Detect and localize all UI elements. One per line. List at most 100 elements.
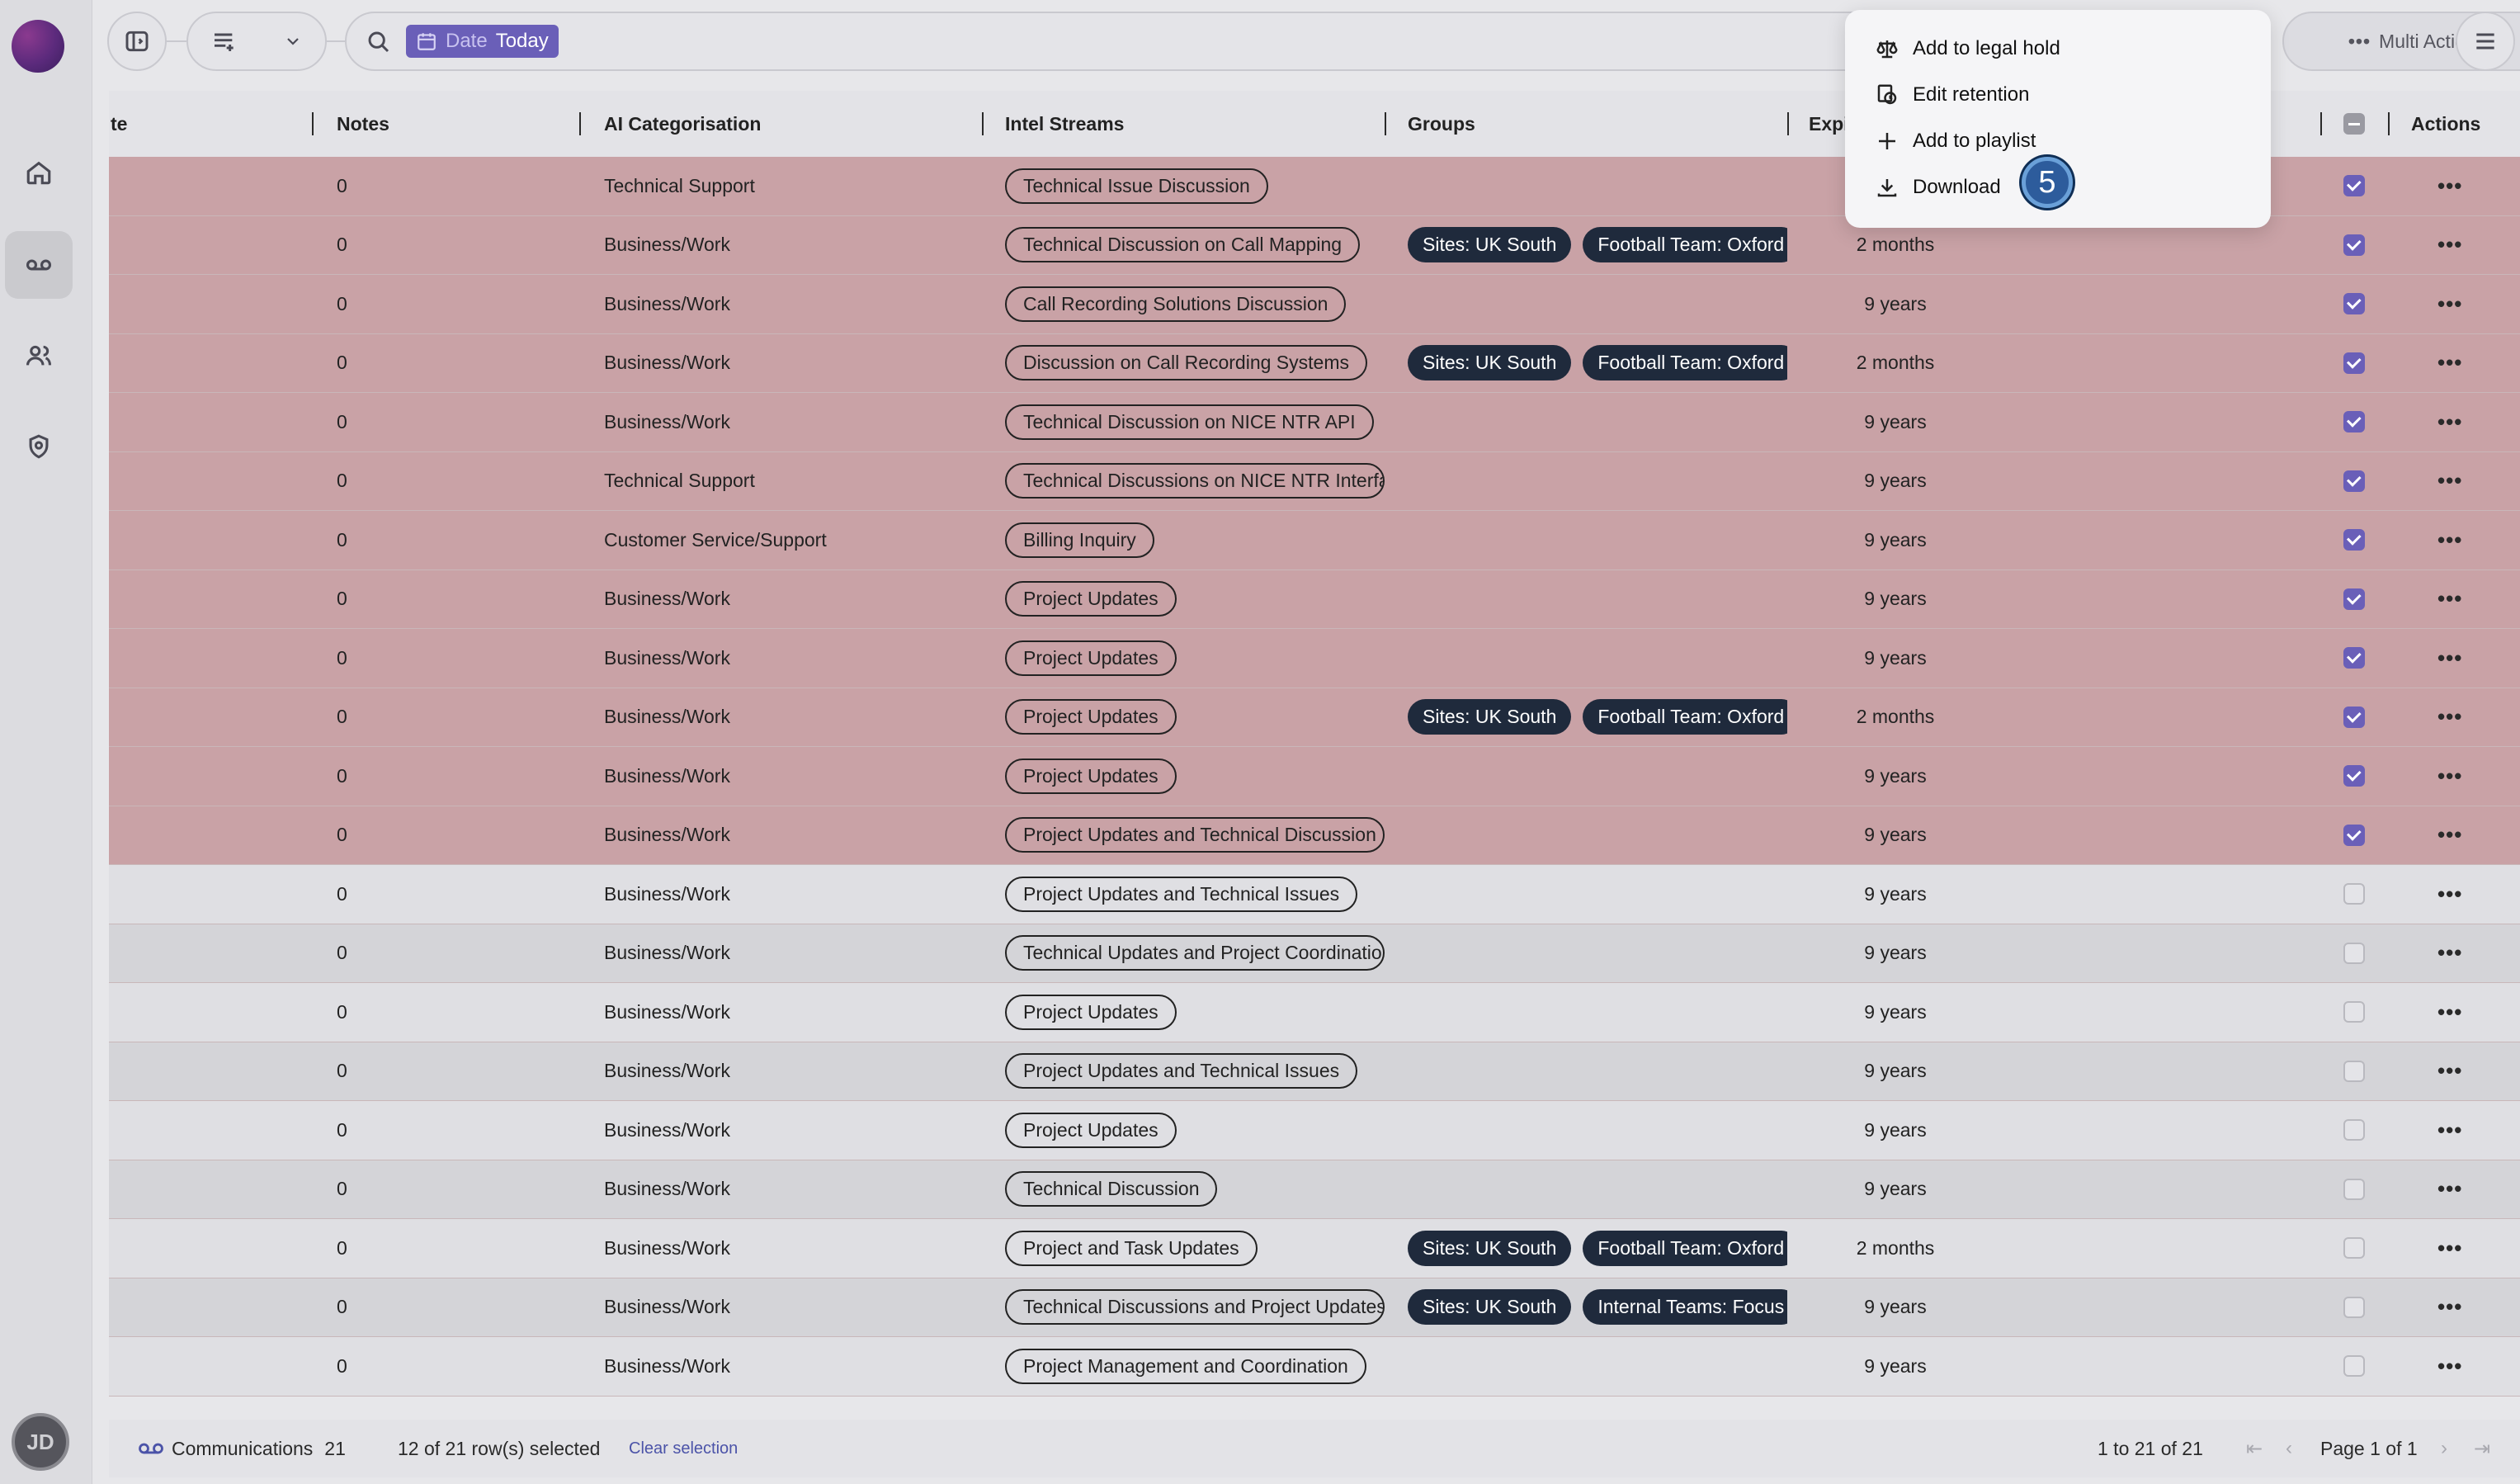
next-page-button[interactable]: › <box>2441 1420 2447 1477</box>
menu-item-add-to-legal-hold[interactable]: Add to legal hold <box>1875 28 2060 69</box>
select-all-checkbox[interactable] <box>2343 113 2365 135</box>
menu-item-download[interactable]: Download <box>1875 167 2001 208</box>
row-checkbox-wrap[interactable] <box>2343 983 2365 1042</box>
row-checkbox-wrap[interactable] <box>2343 157 2365 215</box>
group-tag[interactable]: Football Team: Oxford <box>1583 699 1787 735</box>
row-checkbox[interactable] <box>2343 352 2365 374</box>
row-checkbox[interactable] <box>2343 234 2365 256</box>
intel-stream-tag[interactable]: Discussion on Call Recording Systems <box>1005 345 1367 381</box>
table-row[interactable]: 0 Business/Work Project Management and Coo… <box>109 1337 2520 1397</box>
last-page-button[interactable]: ⇥ <box>2474 1420 2490 1477</box>
intel-stream-tag[interactable]: Project Updates <box>1005 994 1177 1030</box>
row-actions-button[interactable]: ••• <box>2437 1278 2462 1337</box>
group-tag[interactable]: Sites: UK South <box>1408 1230 1572 1266</box>
row-checkbox-wrap[interactable] <box>2343 688 2365 747</box>
intel-stream-tag[interactable]: Technical Discussions on NICE NTR Interf… <box>1005 463 1385 499</box>
search-bar[interactable] <box>345 12 1962 71</box>
table-row[interactable]: 0 Business/Work Project Updates 9 years ••• <box>109 569 2520 629</box>
row-checkbox[interactable] <box>2343 1296 2365 1318</box>
voicemail-nav-button[interactable] <box>5 231 73 299</box>
row-actions-button[interactable]: ••• <box>2437 747 2462 806</box>
row-actions-button[interactable]: ••• <box>2437 629 2462 688</box>
first-page-button[interactable]: ⇤ <box>2246 1420 2263 1477</box>
row-checkbox[interactable] <box>2343 470 2365 492</box>
table-row[interactable]: 0 Customer Service/Support Billing Inquiry… <box>109 511 2520 570</box>
row-checkbox-wrap[interactable] <box>2343 570 2365 629</box>
group-tag[interactable]: Internal Teams: Focus <box>1583 1289 1787 1326</box>
row-actions-button[interactable]: ••• <box>2437 511 2462 569</box>
row-actions-button[interactable]: ••• <box>2437 452 2462 511</box>
row-checkbox-wrap[interactable] <box>2343 511 2365 569</box>
column-header-ai-categorisation[interactable]: AI Categorisation <box>604 91 761 157</box>
table-row[interactable]: 0 Business/Work Technical Discussions and … <box>109 1278 2520 1337</box>
row-actions-button[interactable]: ••• <box>2437 1160 2462 1219</box>
row-checkbox-wrap[interactable] <box>2343 216 2365 275</box>
intel-stream-tag[interactable]: Project and Task Updates <box>1005 1230 1258 1266</box>
row-checkbox-wrap[interactable] <box>2343 806 2365 865</box>
table-row[interactable]: 0 Business/Work Project Updates 9 years ••• <box>109 747 2520 806</box>
column-header-expiry[interactable]: Expi <box>1809 91 1849 157</box>
row-actions-button[interactable]: ••• <box>2437 1101 2462 1160</box>
row-actions-button[interactable]: ••• <box>2437 924 2462 983</box>
column-header-groups[interactable]: Groups <box>1408 91 1475 157</box>
row-checkbox[interactable] <box>2343 1178 2365 1200</box>
table-row[interactable]: 0 Business/Work Project Updates 9 years ••• <box>109 983 2520 1042</box>
table-row[interactable]: 0 Technical Support Technical Discussions … <box>109 451 2520 511</box>
row-checkbox-wrap[interactable] <box>2343 1278 2365 1337</box>
clear-selection-link[interactable]: Clear selection <box>629 1420 738 1477</box>
compliance-nav-button[interactable] <box>5 413 73 480</box>
table-row[interactable]: 0 Business/Work Technical Discussion 9 year… <box>109 1160 2520 1219</box>
row-checkbox[interactable] <box>2343 942 2365 964</box>
row-actions-button[interactable]: ••• <box>2437 393 2462 451</box>
row-checkbox[interactable] <box>2343 1001 2365 1023</box>
intel-stream-tag[interactable]: Project Updates <box>1005 758 1177 794</box>
row-checkbox-wrap[interactable] <box>2343 334 2365 393</box>
row-actions-button[interactable]: ••• <box>2437 216 2462 275</box>
row-checkbox-wrap[interactable] <box>2343 393 2365 451</box>
users-nav-button[interactable] <box>5 322 73 390</box>
intel-stream-tag[interactable]: Technical Updates and Project Coordinati… <box>1005 935 1385 971</box>
row-actions-button[interactable]: ••• <box>2437 1219 2462 1278</box>
intel-stream-tag[interactable]: Project Updates and Technical Issues <box>1005 876 1358 912</box>
column-header-date[interactable]: te <box>111 91 127 157</box>
table-row[interactable]: 0 Business/Work Project Updates 9 years ••• <box>109 629 2520 688</box>
group-tag[interactable]: Football Team: Oxford <box>1583 1230 1787 1266</box>
intel-stream-tag[interactable]: Billing Inquiry <box>1005 522 1154 558</box>
row-checkbox-wrap[interactable] <box>2343 452 2365 511</box>
row-checkbox[interactable] <box>2343 883 2365 905</box>
select-all-checkbox-wrap[interactable] <box>2343 91 2365 157</box>
row-checkbox-wrap[interactable] <box>2343 747 2365 806</box>
table-row[interactable]: 0 Business/Work Project Updates and Techni… <box>109 1042 2520 1101</box>
row-checkbox-wrap[interactable] <box>2343 1337 2365 1396</box>
intel-stream-tag[interactable]: Technical Issue Discussion <box>1005 168 1268 204</box>
row-checkbox[interactable] <box>2343 1237 2365 1260</box>
table-row[interactable]: 0 Business/Work Project Updates and Techni… <box>109 865 2520 924</box>
intel-stream-tag[interactable]: Project Updates <box>1005 699 1177 735</box>
row-checkbox[interactable] <box>2343 824 2365 846</box>
row-actions-button[interactable]: ••• <box>2437 865 2462 924</box>
row-actions-button[interactable]: ••• <box>2437 334 2462 393</box>
intel-stream-tag[interactable]: Technical Discussion on Call Mapping <box>1005 227 1361 263</box>
table-row[interactable]: 0 Business/Work Technical Updates and Proj… <box>109 924 2520 983</box>
group-tag[interactable]: Sites: UK South <box>1408 1289 1572 1326</box>
row-checkbox[interactable] <box>2343 1060 2365 1082</box>
table-row[interactable]: 0 Business/Work Project and Task Updates Si… <box>109 1219 2520 1278</box>
row-checkbox[interactable] <box>2343 1119 2365 1141</box>
menu-item-add-to-playlist[interactable]: Add to playlist <box>1875 121 2036 162</box>
app-logo[interactable] <box>12 20 64 73</box>
row-checkbox[interactable] <box>2343 588 2365 610</box>
group-tag[interactable]: Sites: UK South <box>1408 227 1572 263</box>
table-row[interactable]: 0 Business/Work Project Updates and Techni… <box>109 806 2520 865</box>
row-actions-button[interactable]: ••• <box>2437 806 2462 865</box>
table-row[interactable]: 0 Business/Work Project Updates Sites: UK S… <box>109 688 2520 747</box>
view-menu-button[interactable] <box>186 12 327 71</box>
group-tag[interactable]: Football Team: Oxford <box>1583 227 1787 263</box>
row-checkbox[interactable] <box>2343 411 2365 433</box>
prev-page-button[interactable]: ‹ <box>2286 1420 2292 1477</box>
row-checkbox[interactable] <box>2343 706 2365 728</box>
intel-stream-tag[interactable]: Project Updates <box>1005 640 1177 676</box>
date-filter-chip[interactable]: Date Today <box>406 25 559 58</box>
intel-stream-tag[interactable]: Project Management and Coordination <box>1005 1348 1366 1384</box>
row-checkbox[interactable] <box>2343 529 2365 551</box>
row-checkbox-wrap[interactable] <box>2343 1160 2365 1219</box>
